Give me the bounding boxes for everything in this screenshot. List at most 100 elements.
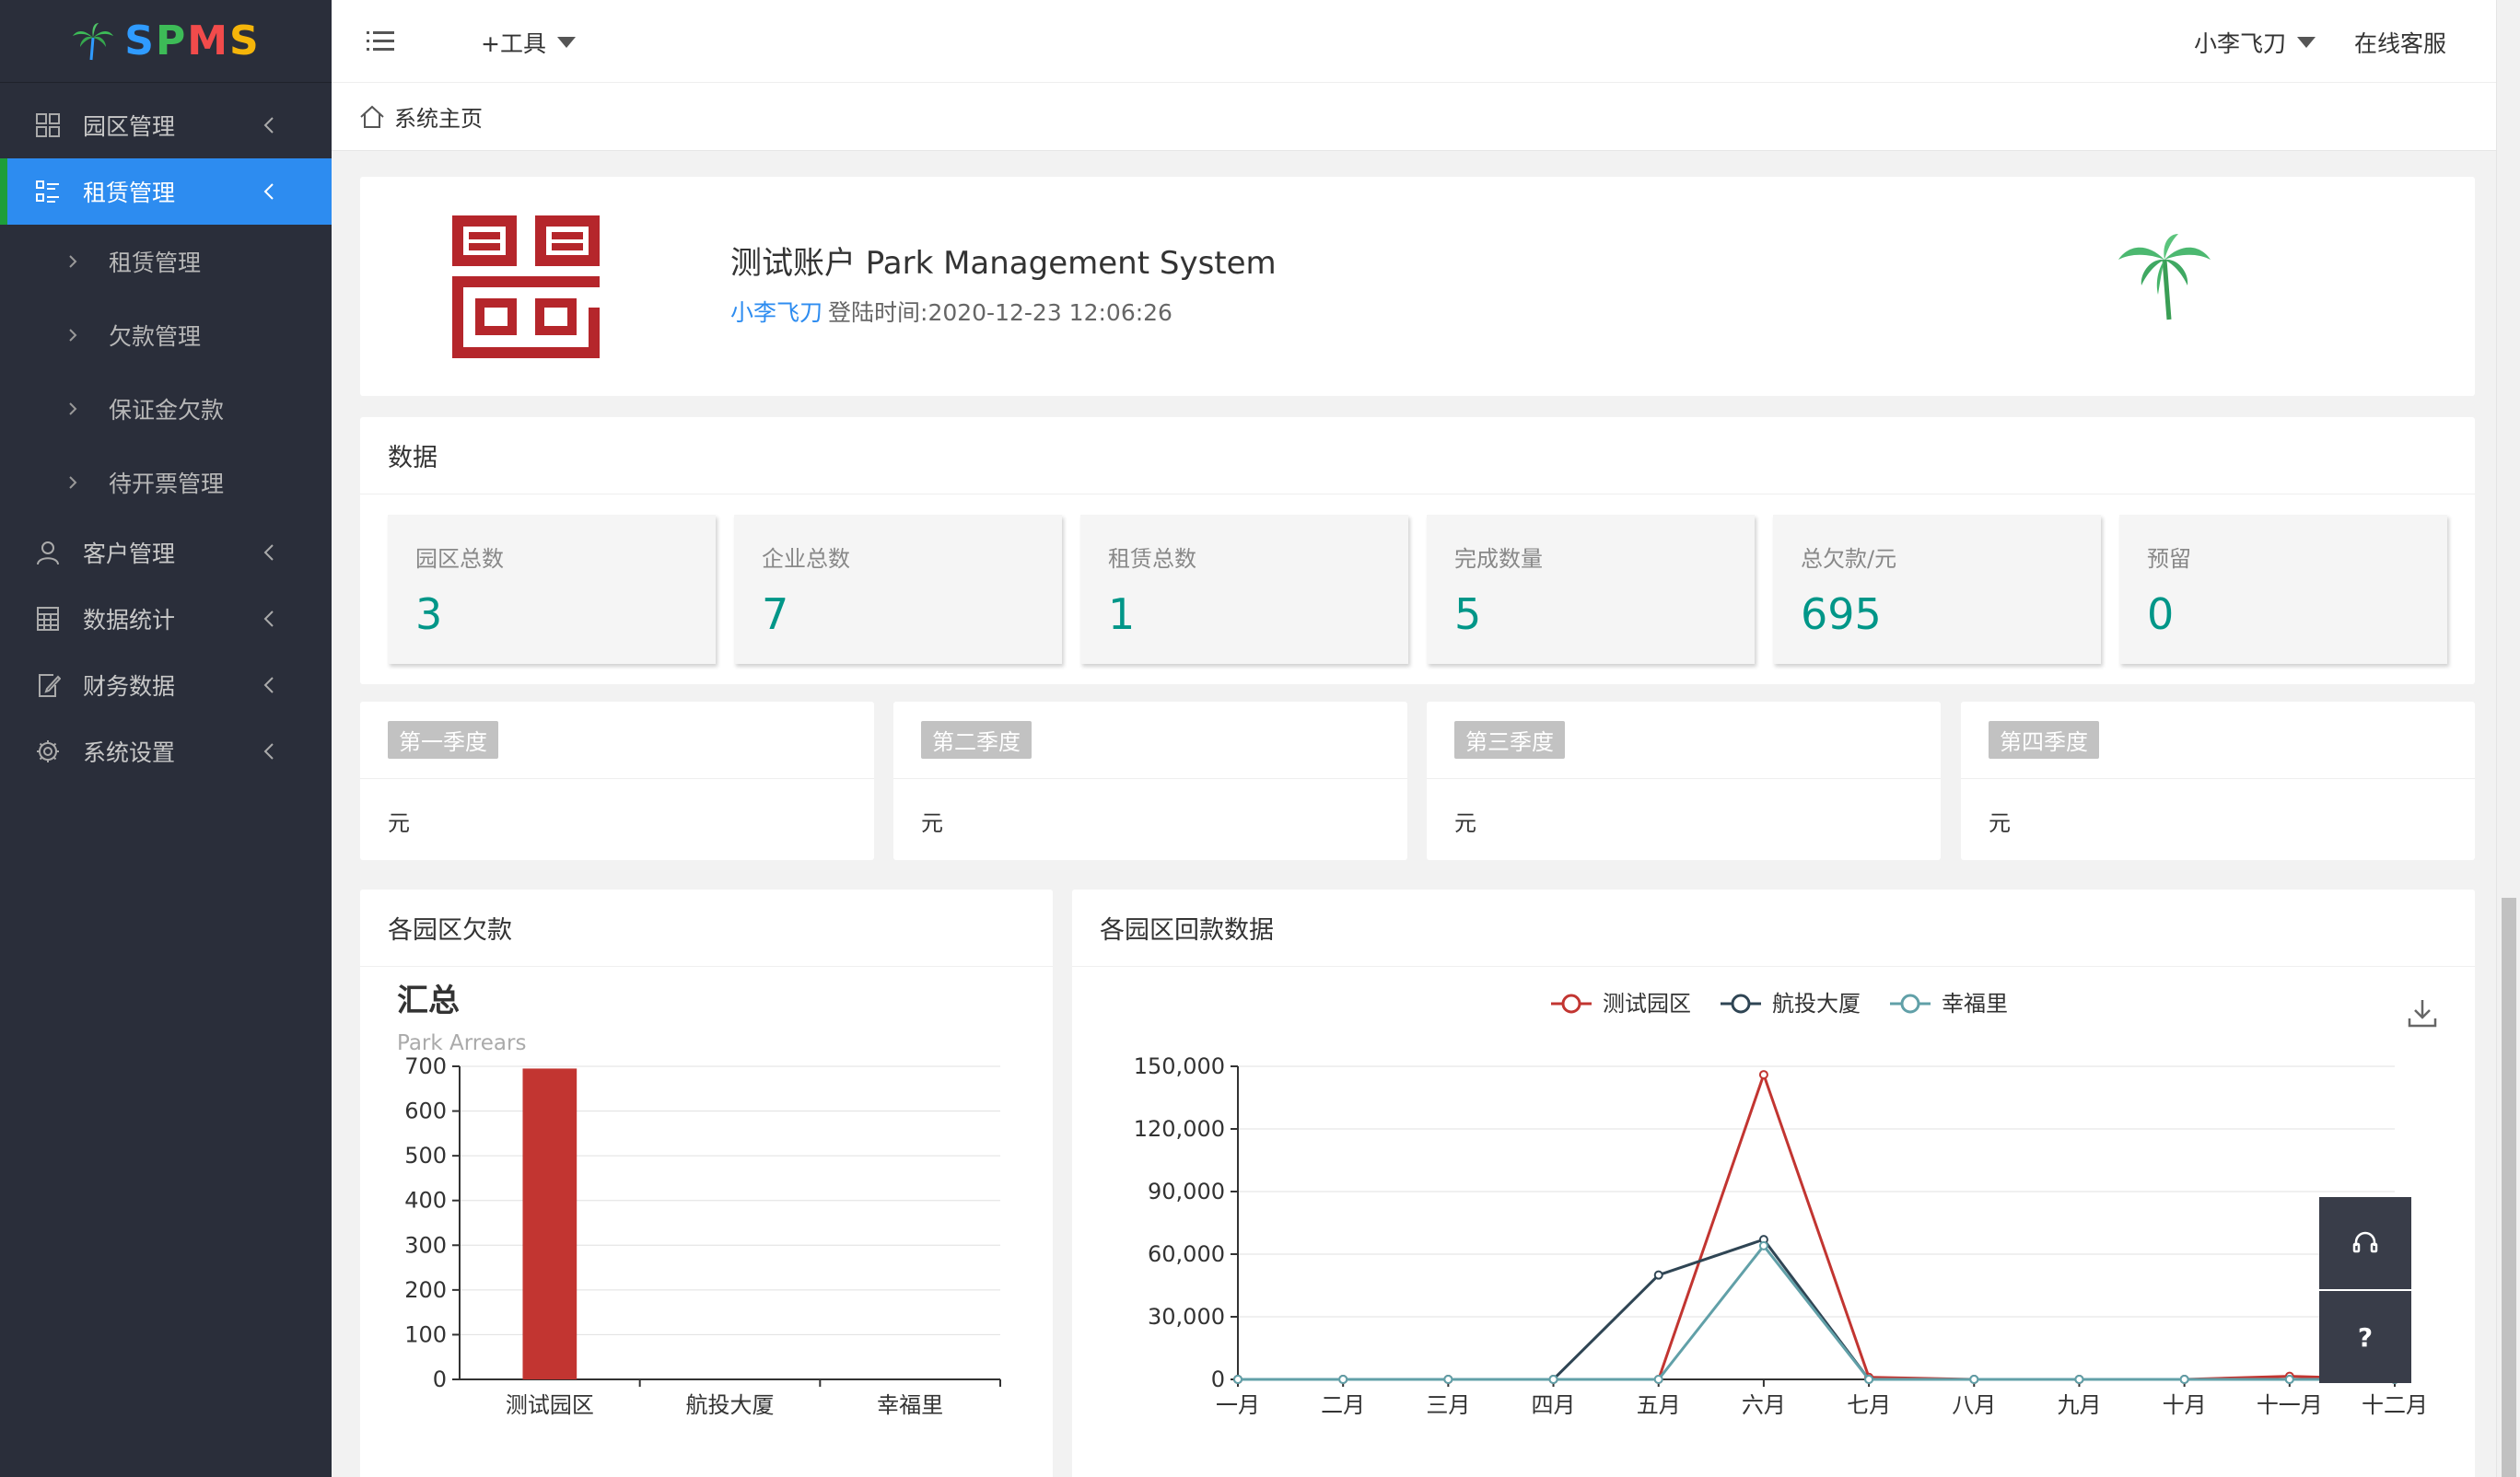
online-service-link[interactable]: 在线客服 [2354,26,2446,59]
sidebar-item-label: 系统设置 [83,739,176,766]
login-time: 登陆时间:2020-12-23 12:06:26 [828,299,1172,326]
data-point [1758,1240,1768,1250]
customer-service-button[interactable] [2319,1197,2411,1289]
data-point [1969,1375,1979,1384]
x-tick-label: 测试园区 [506,1392,594,1418]
data-card-title: 数据 [360,417,2475,494]
sidebar-item-statistics[interactable]: 数据统计 [0,586,332,652]
submenu-item-label: 保证金欠款 [109,397,225,424]
page-scrollbar[interactable] [2496,0,2520,1477]
chevron-left-icon [263,183,274,200]
menu-toggle-icon[interactable] [367,29,394,53]
data-point [1338,1375,1348,1384]
x-tick-label: 十一月 [2257,1392,2323,1418]
stat-value: 3 [415,589,443,639]
y-tick-label: 150,000 [1134,1053,1225,1079]
stat-reserved[interactable]: 预留 0 [2119,515,2447,664]
help-button[interactable]: ? [2319,1291,2411,1383]
series-line [1238,1243,2395,1381]
y-tick-label: 400 [404,1188,447,1214]
sidebar-item-finance[interactable]: 财务数据 [0,652,332,718]
stat-label: 总欠款/元 [1801,546,1897,572]
y-tick-label: 100 [404,1321,447,1347]
data-point [1653,1270,1663,1280]
x-tick-label: 六月 [1742,1392,1786,1418]
sidebar-item-customer[interactable]: 客户管理 [0,519,332,586]
arrears-bar-chart: 汇总 Park Arrears 0 100 200 300 400 500 600 700 测试园区… [397,983,1001,1418]
quarter-tag: 第二季度 [921,721,1032,759]
calculator-icon [33,604,63,634]
user-icon [33,538,63,567]
stat-label: 完成数量 [1454,546,1543,572]
legend-label: 航投大厦 [1772,991,1861,1017]
x-tick-label: 七月 [1847,1392,1891,1418]
sidebar-item-park[interactable]: 园区管理 [0,92,332,158]
headset-icon [2352,1231,2378,1253]
seal-logo-icon [452,215,600,358]
quarter-value: 元 [921,810,943,836]
sidebar-menu: 园区管理 租赁管理 租赁管理 欠款管理 保证金欠款 待开票管理 客户管理 数据统… [0,92,332,785]
submenu-item-lease[interactable]: 租赁管理 [0,225,332,298]
data-point [1548,1375,1558,1384]
sidebar-item-settings[interactable]: 系统设置 [0,718,332,785]
submenu-item-invoice[interactable]: 待开票管理 [0,446,332,519]
stat-value: 7 [762,589,789,639]
stat-value: 695 [1801,589,1882,639]
submenu-item-arrears[interactable]: 欠款管理 [0,298,332,372]
x-tick-label: 五月 [1637,1392,1681,1418]
legend-label: 测试园区 [1603,991,1691,1017]
chevron-right-icon [69,476,77,489]
tools-dropdown[interactable]: +工具 [481,26,576,59]
stat-value: 0 [2147,589,2175,639]
returns-card-title: 各园区回款数据 [1072,890,2475,967]
x-tick-label: 幸福里 [877,1392,943,1418]
grid-icon [33,110,63,140]
sidebar-item-label: 园区管理 [83,113,176,140]
y-tick-label: 0 [433,1367,447,1392]
stat-lease-total[interactable]: 租赁总数 1 [1080,515,1408,664]
stat-label: 园区总数 [415,546,504,572]
chevron-right-icon [69,255,77,268]
stat-completed[interactable]: 完成数量 5 [1427,515,1755,664]
welcome-username[interactable]: 小李飞刀 [730,299,822,326]
chart-subtitle: Park Arrears [397,1031,526,1055]
app-logo[interactable]: SPMS [0,0,332,83]
quarter-value: 元 [1454,810,1476,836]
sidebar-item-label: 数据统计 [83,607,176,634]
chart-title: 汇总 [397,983,460,1019]
stat-value: 5 [1454,589,1482,639]
stat-total-arrears[interactable]: 总欠款/元 695 [1773,515,2101,664]
x-tick-label: 九月 [2057,1392,2101,1418]
series-line [1238,1238,2395,1381]
edit-doc-icon [33,670,63,700]
x-tick-label: 二月 [1321,1392,1365,1418]
chevron-left-icon [263,544,274,561]
palm-tree-icon [2118,234,2211,320]
y-tick-label: 120,000 [1134,1116,1225,1142]
quarter-card-q2: 第二季度 元 [893,702,1407,860]
chevron-right-icon [69,329,77,342]
scrollbar-thumb[interactable] [2502,898,2516,1477]
y-tick-label: 0 [1211,1367,1225,1392]
chevron-right-icon [69,402,77,415]
y-tick-label: 60,000 [1148,1241,1225,1267]
data-point [1443,1375,1453,1384]
stat-label: 租赁总数 [1108,546,1196,572]
stat-company-total[interactable]: 企业总数 7 [734,515,1062,664]
breadcrumb-home[interactable]: 系统主页 [394,100,483,133]
user-dropdown[interactable]: 小李飞刀 [2194,26,2316,59]
submenu-item-label: 租赁管理 [109,250,202,276]
x-tick-label: 十二月 [2362,1392,2428,1418]
x-tick-label: 三月 [1426,1392,1470,1418]
quarter-card-q3: 第三季度 元 [1427,702,1941,860]
tools-label: +工具 [481,30,546,57]
download-icon[interactable] [2408,1000,2437,1028]
submenu-item-deposit-arrears[interactable]: 保证金欠款 [0,372,332,446]
stat-park-total[interactable]: 园区总数 3 [388,515,716,664]
login-info: 小李飞刀 登陆时间:2020-12-23 12:06:26 [730,295,1172,328]
sidebar-item-lease[interactable]: 租赁管理 [0,158,332,225]
home-icon [360,105,384,128]
data-card: 数据 园区总数 3 企业总数 7 租赁总数 1 完成数量 5 总欠款/元 695… [360,417,2475,684]
list-icon [33,177,63,206]
welcome-card: 测试账户 Park Management System 小李飞刀 登陆时间:202… [360,177,2475,396]
